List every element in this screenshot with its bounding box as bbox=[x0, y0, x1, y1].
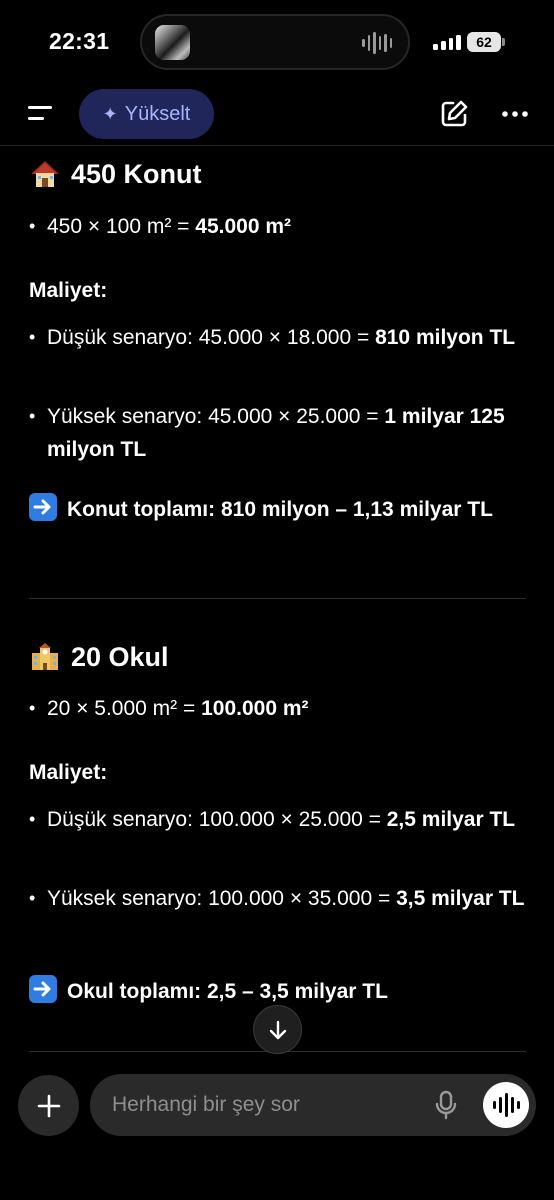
signal-icon bbox=[433, 34, 461, 50]
sparkle-icon: ✦ bbox=[102, 103, 118, 124]
bullet-dot: • bbox=[29, 888, 36, 908]
battery-icon: 62 bbox=[467, 32, 501, 52]
arrow-right-icon bbox=[29, 493, 57, 521]
new-chat-icon bbox=[441, 100, 468, 127]
section-total: Okul toplamı: 2,5 – 3,5 milyar TL bbox=[29, 975, 519, 1009]
list-item: • Düşük senaryo: 45.000 × 18.000 = 810 m… bbox=[29, 321, 529, 354]
arrow-down-icon bbox=[269, 1020, 286, 1039]
battery-level: 62 bbox=[476, 34, 492, 50]
section-heading-school: 20 Okul bbox=[29, 641, 169, 673]
now-playing-artwork bbox=[155, 25, 190, 60]
list-item: • 450 × 100 m² = 45.000 m² bbox=[29, 210, 529, 243]
low-scenario-formula: Düşük senaryo: 100.000 × 25.000 = bbox=[47, 808, 387, 831]
attach-button[interactable] bbox=[18, 1075, 79, 1136]
section-title: 20 Okul bbox=[71, 641, 169, 672]
more-icon bbox=[502, 111, 528, 117]
school-icon bbox=[32, 643, 58, 670]
low-scenario-result: 2,5 milyar TL bbox=[386, 808, 516, 831]
area-formula: 450 × 100 m² = bbox=[47, 215, 196, 238]
more-options-button[interactable] bbox=[498, 97, 532, 131]
bullet-dot: • bbox=[29, 809, 36, 829]
dictation-button[interactable] bbox=[432, 1090, 460, 1120]
bullet-dot: • bbox=[29, 698, 36, 718]
cost-label: Maliyet: bbox=[29, 279, 108, 302]
list-item: • Düşük senaryo: 100.000 × 25.000 = 2,5 … bbox=[29, 803, 529, 836]
voice-mode-button[interactable] bbox=[483, 1082, 529, 1128]
voice-mode-icon bbox=[492, 1093, 520, 1117]
battery-cap bbox=[502, 38, 505, 46]
bullet-dot: • bbox=[29, 406, 36, 426]
mic-icon bbox=[435, 1090, 457, 1120]
list-item: • Yüksek senaryo: 45.000 × 25.000 = 1 mi… bbox=[29, 400, 529, 466]
top-nav: ✦ Yükselt bbox=[0, 84, 554, 146]
high-scenario-result: 3,5 milyar TL bbox=[396, 887, 525, 910]
section-divider bbox=[29, 598, 526, 599]
high-scenario-formula: Yüksek senaryo: 100.000 × 35.000 = bbox=[47, 887, 397, 910]
status-bar: 22:31 62 bbox=[0, 0, 554, 84]
area-result: 100.000 m² bbox=[201, 697, 309, 720]
dynamic-island[interactable] bbox=[140, 14, 410, 70]
total-text: Konut toplamı: 810 milyon – 1,13 milyar … bbox=[67, 498, 493, 521]
upgrade-label: Yükselt bbox=[124, 102, 191, 125]
low-scenario-formula: Düşük senaryo: 45.000 × 18.000 = bbox=[47, 326, 376, 349]
new-chat-button[interactable] bbox=[437, 97, 471, 131]
audio-wave-icon bbox=[362, 32, 392, 54]
total-text: Okul toplamı: 2,5 – 3,5 milyar TL bbox=[67, 980, 388, 1003]
section-title: 450 Konut bbox=[71, 158, 202, 189]
scroll-to-bottom-button[interactable] bbox=[253, 1005, 302, 1054]
bullet-dot: • bbox=[29, 327, 36, 347]
upgrade-button[interactable]: ✦ Yükselt bbox=[79, 89, 214, 139]
cost-label: Maliyet: bbox=[29, 761, 108, 784]
section-heading-housing: 450 Konut bbox=[29, 158, 202, 190]
area-result: 45.000 m² bbox=[195, 215, 291, 238]
chat-screen: 22:31 62 ✦ Yükselt 450 Konut • 450 × 100… bbox=[0, 0, 554, 1200]
status-time: 22:31 bbox=[49, 28, 110, 54]
section-total: Konut toplamı: 810 milyon – 1,13 milyar … bbox=[29, 493, 519, 527]
high-scenario-formula: Yüksek senaryo: 45.000 × 25.000 = bbox=[47, 405, 385, 428]
bullet-dot: • bbox=[29, 216, 36, 236]
plus-icon bbox=[37, 1094, 60, 1117]
arrow-right-icon bbox=[29, 975, 57, 1003]
menu-button[interactable] bbox=[20, 96, 60, 132]
area-formula: 20 × 5.000 m² = bbox=[47, 697, 202, 720]
list-item: • 20 × 5.000 m² = 100.000 m² bbox=[29, 692, 529, 725]
low-scenario-result: 810 milyon TL bbox=[375, 326, 516, 349]
message-input[interactable] bbox=[112, 1074, 422, 1136]
message-content: 450 Konut • 450 × 100 m² = 45.000 m² Mal… bbox=[0, 146, 554, 1054]
list-item: • Yüksek senaryo: 100.000 × 35.000 = 3,5… bbox=[29, 882, 529, 915]
composer-bar bbox=[90, 1074, 536, 1136]
house-icon bbox=[31, 160, 59, 187]
